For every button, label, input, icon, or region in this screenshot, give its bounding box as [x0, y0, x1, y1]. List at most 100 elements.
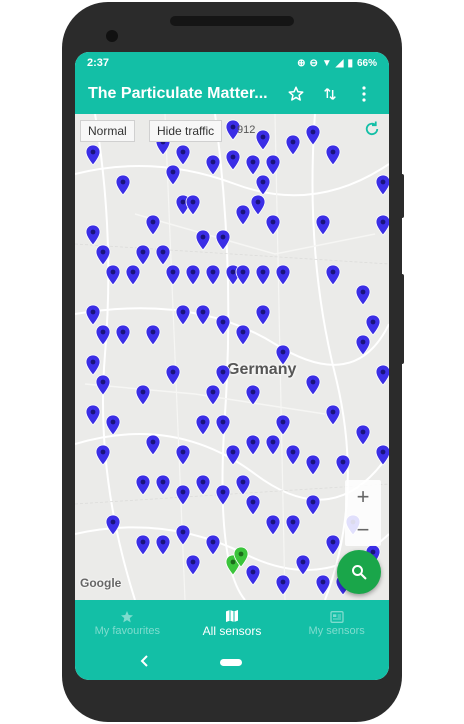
refresh-button[interactable] — [363, 120, 381, 143]
map-marker-pin[interactable] — [165, 164, 181, 186]
map-marker-pin[interactable] — [305, 494, 321, 516]
map-marker-pin[interactable] — [125, 264, 141, 286]
map-marker-pin[interactable] — [275, 264, 291, 286]
map-marker-pin[interactable] — [105, 514, 121, 536]
map-marker-pin[interactable] — [375, 364, 389, 386]
map-marker-pin[interactable] — [305, 454, 321, 476]
map-marker-pin[interactable] — [205, 264, 221, 286]
map-marker-pin[interactable] — [245, 154, 261, 176]
map-marker-pin[interactable] — [195, 414, 211, 436]
map-marker-pin[interactable] — [285, 514, 301, 536]
map-marker-pin[interactable] — [175, 484, 191, 506]
map-marker-pin[interactable] — [205, 384, 221, 406]
map-marker-pin[interactable] — [250, 194, 266, 216]
map-marker-pin[interactable] — [225, 149, 241, 171]
map-marker-pin[interactable] — [215, 364, 231, 386]
map-marker-pin[interactable] — [245, 434, 261, 456]
map-marker-pin[interactable] — [145, 214, 161, 236]
map-marker-pin[interactable] — [285, 444, 301, 466]
map-marker-pin[interactable] — [325, 144, 341, 166]
map-marker-pin[interactable] — [95, 324, 111, 346]
zoom-out-button[interactable]: − — [345, 513, 381, 546]
map-marker-pin[interactable] — [315, 214, 331, 236]
map-marker-pin[interactable] — [255, 304, 271, 326]
map-marker-pin[interactable] — [235, 474, 251, 496]
map-marker-pin[interactable] — [335, 454, 351, 476]
map-marker-pin[interactable] — [175, 144, 191, 166]
map-marker-pin[interactable] — [245, 384, 261, 406]
map-marker-pin[interactable] — [115, 324, 131, 346]
map-marker-pin[interactable] — [175, 444, 191, 466]
map-marker-pin[interactable] — [255, 264, 271, 286]
map-marker-pin[interactable] — [185, 554, 201, 576]
map-marker-pin[interactable] — [325, 264, 341, 286]
map-marker-pin[interactable] — [235, 204, 251, 226]
map-marker-pin[interactable] — [135, 384, 151, 406]
highlighted-marker-pin[interactable] — [233, 546, 249, 568]
hide-traffic-button[interactable]: Hide traffic — [149, 120, 223, 142]
map-marker-pin[interactable] — [265, 154, 281, 176]
map-marker-pin[interactable] — [85, 224, 101, 246]
map-marker-pin[interactable] — [235, 324, 251, 346]
map-marker-pin[interactable] — [95, 374, 111, 396]
map-marker-pin[interactable] — [85, 304, 101, 326]
map-marker-pin[interactable] — [95, 444, 111, 466]
map-marker-pin[interactable] — [85, 404, 101, 426]
map-marker-pin[interactable] — [175, 524, 191, 546]
map-marker-pin[interactable] — [195, 304, 211, 326]
map-marker-pin[interactable] — [135, 244, 151, 266]
search-fab[interactable] — [337, 550, 381, 594]
nav-my-sensors[interactable]: My sensors — [284, 600, 389, 646]
map-marker-pin[interactable] — [145, 434, 161, 456]
map-marker-pin[interactable] — [185, 264, 201, 286]
map-marker-pin[interactable] — [155, 474, 171, 496]
overflow-menu-button[interactable] — [349, 79, 379, 109]
favourite-star-button[interactable] — [281, 79, 311, 109]
map-marker-pin[interactable] — [265, 514, 281, 536]
map-marker-pin[interactable] — [365, 314, 381, 336]
map-marker-pin[interactable] — [135, 474, 151, 496]
map-marker-pin[interactable] — [145, 324, 161, 346]
map-marker-pin[interactable] — [95, 244, 111, 266]
map-marker-pin[interactable] — [355, 334, 371, 356]
map-marker-pin[interactable] — [105, 264, 121, 286]
map-marker-pin[interactable] — [165, 364, 181, 386]
map-marker-pin[interactable] — [375, 214, 389, 236]
map-marker-pin[interactable] — [375, 174, 389, 196]
map-marker-pin[interactable] — [235, 264, 251, 286]
map-marker-pin[interactable] — [185, 194, 201, 216]
map-marker-pin[interactable] — [265, 434, 281, 456]
map-marker-pin[interactable] — [305, 374, 321, 396]
map-marker-pin[interactable] — [315, 574, 331, 596]
sensor-map[interactable]: Normal Hide traffic 912 Germany Google +… — [75, 114, 389, 600]
map-marker-pin[interactable] — [165, 264, 181, 286]
map-marker-pin[interactable] — [325, 534, 341, 556]
map-marker-pin[interactable] — [225, 444, 241, 466]
map-marker-pin[interactable] — [215, 229, 231, 251]
nav-my-favourites[interactable]: My favourites — [75, 600, 180, 646]
map-marker-pin[interactable] — [205, 154, 221, 176]
map-marker-pin[interactable] — [195, 229, 211, 251]
map-marker-pin[interactable] — [205, 534, 221, 556]
map-marker-pin[interactable] — [325, 404, 341, 426]
map-marker-pin[interactable] — [305, 124, 321, 146]
map-marker-pin[interactable] — [275, 574, 291, 596]
map-marker-pin[interactable] — [295, 554, 311, 576]
map-marker-pin[interactable] — [215, 314, 231, 336]
map-marker-pin[interactable] — [245, 494, 261, 516]
map-marker-pin[interactable] — [155, 244, 171, 266]
map-marker-pin[interactable] — [155, 534, 171, 556]
map-marker-pin[interactable] — [135, 534, 151, 556]
sort-button[interactable] — [315, 79, 345, 109]
map-marker-pin[interactable] — [275, 414, 291, 436]
map-marker-pin[interactable] — [115, 174, 131, 196]
map-type-normal-button[interactable]: Normal — [80, 120, 135, 142]
map-marker-pin[interactable] — [215, 484, 231, 506]
map-marker-pin[interactable] — [275, 344, 291, 366]
nav-all-sensors[interactable]: All sensors — [180, 600, 285, 646]
system-back-button[interactable] — [139, 654, 151, 673]
zoom-in-button[interactable]: + — [345, 480, 381, 513]
map-marker-pin[interactable] — [105, 414, 121, 436]
map-marker-pin[interactable] — [175, 304, 191, 326]
map-marker-pin[interactable] — [255, 129, 271, 151]
